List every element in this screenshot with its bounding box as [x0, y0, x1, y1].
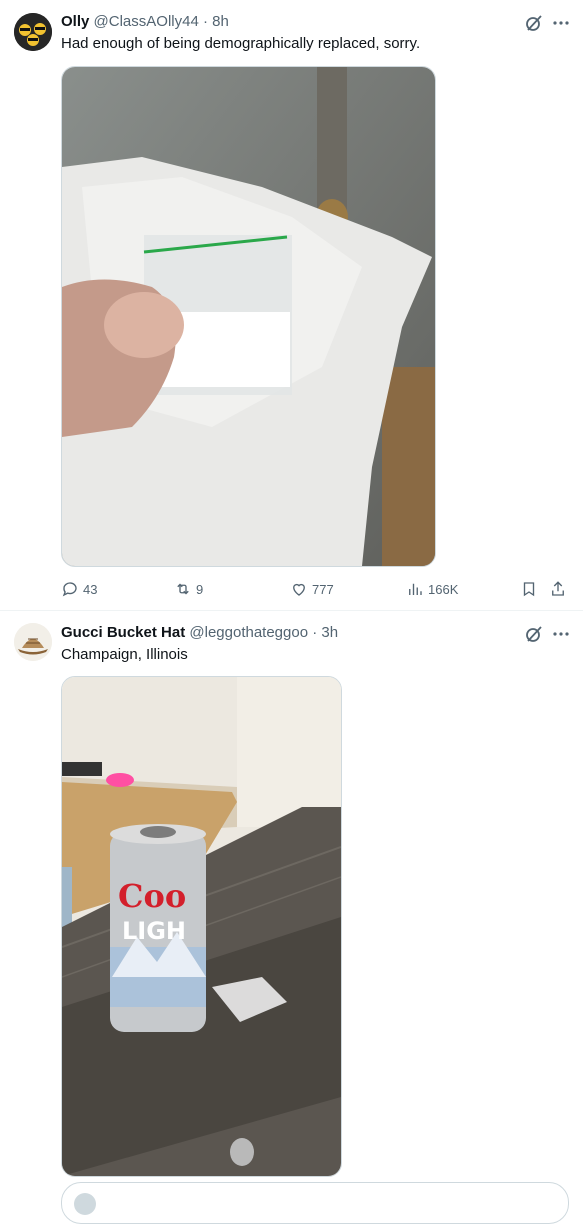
repost-button[interactable]: 9 — [174, 577, 203, 601]
tweet-1[interactable]: Olly @ClassAOlly44 · 8h Had enough of be… — [0, 0, 583, 610]
author-name[interactable]: Olly — [61, 13, 89, 30]
bookmark-button[interactable] — [520, 577, 538, 601]
tweet-actions: 43 9 777 166K — [61, 577, 571, 601]
reply-count: 43 — [83, 581, 98, 597]
share-icon — [552, 581, 564, 596]
tweet-photo[interactable] — [61, 66, 436, 567]
avatar[interactable] — [14, 623, 52, 661]
can-sub-text: LIGH — [122, 917, 186, 945]
tweet-text: Champaign, Illinois — [61, 646, 188, 663]
repost-icon — [177, 583, 189, 595]
grok-icon[interactable] — [524, 624, 544, 644]
share-button[interactable] — [549, 577, 567, 601]
timestamp[interactable]: 3h — [321, 624, 338, 641]
reply-icon — [62, 582, 77, 597]
tweet-photo[interactable]: Coo LIGH — [61, 676, 342, 1177]
author-handle[interactable]: @leggothateggoo — [189, 624, 308, 641]
compose-avatar — [74, 1193, 96, 1215]
bookmark-icon — [523, 582, 535, 597]
separator: · — [202, 13, 208, 30]
reply-button[interactable]: 43 — [61, 577, 97, 601]
author-name[interactable]: Gucci Bucket Hat — [61, 624, 185, 641]
avatar[interactable] — [14, 13, 52, 51]
timestamp[interactable]: 8h — [212, 13, 229, 30]
repost-count: 9 — [196, 581, 204, 597]
view-count: 166K — [428, 581, 459, 597]
grok-icon[interactable] — [524, 13, 544, 33]
like-button[interactable]: 777 — [290, 577, 334, 601]
views-icon — [409, 583, 422, 595]
tweet-2[interactable]: Gucci Bucket Hat @leggothateggoo · 3h Ch… — [0, 611, 583, 1199]
like-count: 777 — [312, 581, 334, 597]
more-options-icon[interactable] — [550, 13, 572, 33]
tweet-text: Had enough of being demographically repl… — [61, 35, 421, 52]
more-options-icon[interactable] — [550, 624, 572, 644]
reply-compose-bar[interactable] — [61, 1182, 569, 1224]
author-handle[interactable]: @ClassAOlly44 — [94, 13, 199, 30]
separator: · — [312, 624, 318, 641]
views-button[interactable]: 166K — [406, 577, 458, 601]
can-brand-text: Coo — [118, 877, 186, 915]
heart-icon — [293, 583, 305, 596]
